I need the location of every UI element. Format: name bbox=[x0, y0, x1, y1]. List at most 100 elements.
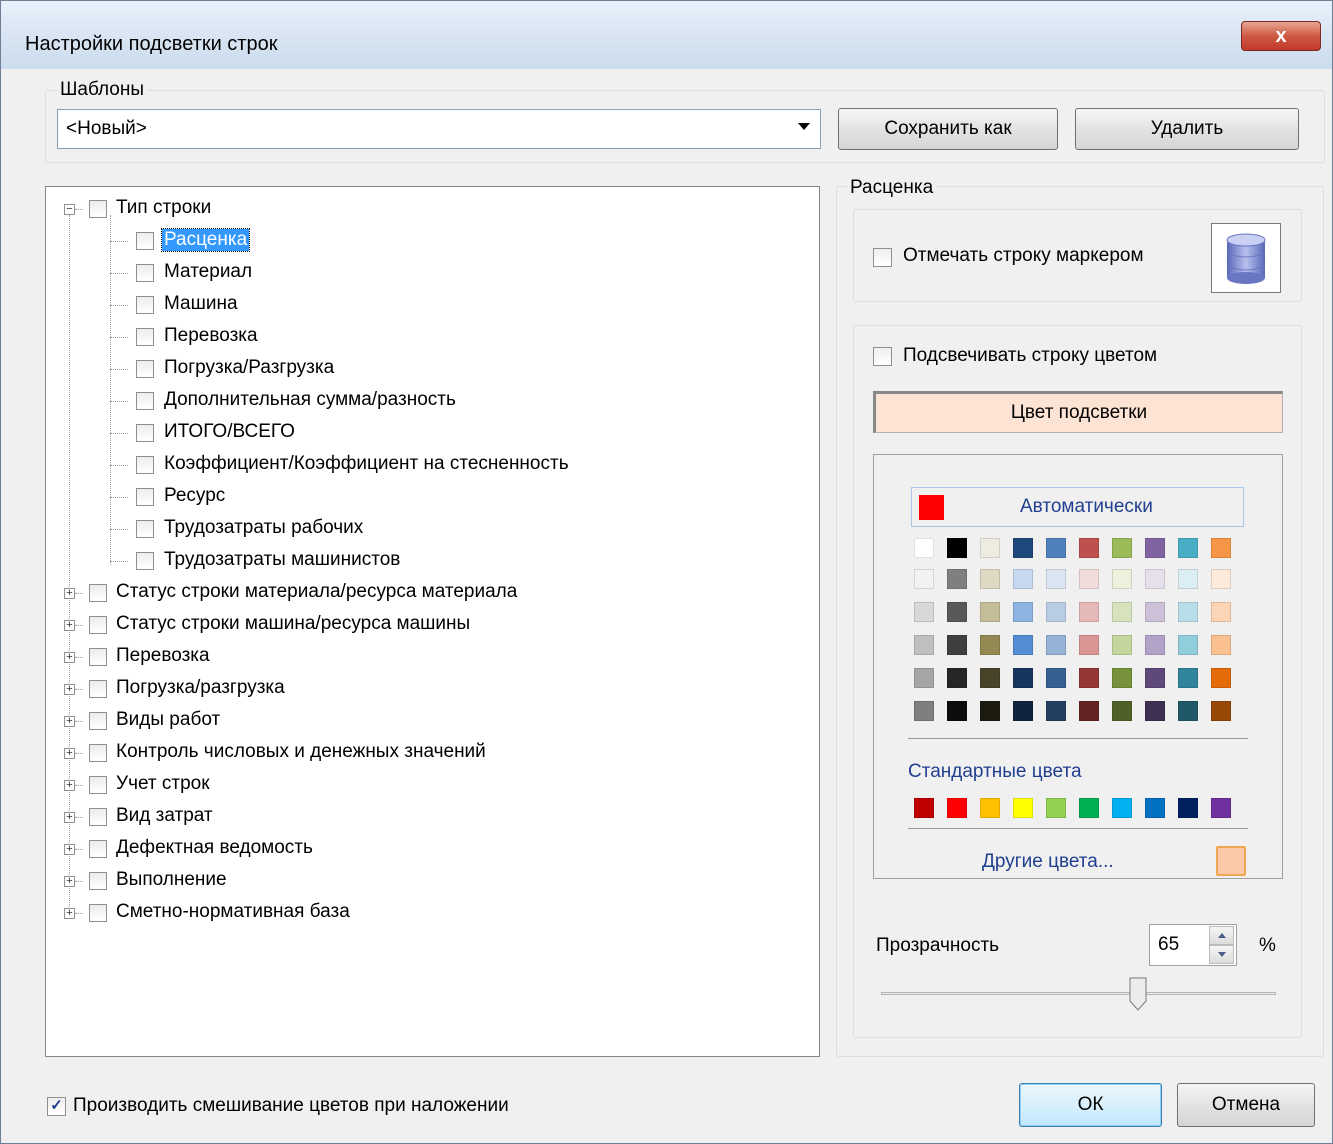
color-swatch[interactable] bbox=[1046, 569, 1066, 589]
color-swatch[interactable] bbox=[1079, 569, 1099, 589]
delete-button[interactable]: Удалить bbox=[1075, 108, 1299, 150]
color-swatch[interactable] bbox=[1013, 635, 1033, 655]
close-button[interactable]: x bbox=[1241, 21, 1321, 51]
tree-row[interactable]: + Выполнение bbox=[46, 867, 816, 897]
color-swatch[interactable] bbox=[1178, 701, 1198, 721]
color-swatch[interactable] bbox=[1211, 602, 1231, 622]
tree-row[interactable]: Материал bbox=[46, 259, 816, 289]
tree-checkbox[interactable] bbox=[136, 424, 154, 442]
tree-row[interactable]: Расценка bbox=[46, 227, 816, 257]
color-swatch[interactable] bbox=[1046, 668, 1066, 688]
expand-icon[interactable]: + bbox=[64, 876, 75, 887]
tree-row[interactable]: Ресурс bbox=[46, 483, 816, 513]
color-swatch[interactable] bbox=[914, 668, 934, 688]
standard-color-swatch[interactable] bbox=[1178, 798, 1198, 818]
color-swatch[interactable] bbox=[914, 635, 934, 655]
color-swatch[interactable] bbox=[1079, 538, 1099, 558]
color-swatch[interactable] bbox=[947, 538, 967, 558]
color-swatch[interactable] bbox=[1079, 635, 1099, 655]
tree-row[interactable]: + Виды работ bbox=[46, 707, 816, 737]
tree-row[interactable]: + Перевозка bbox=[46, 643, 816, 673]
tree-row[interactable]: ИТОГО/ВСЕГО bbox=[46, 419, 816, 449]
standard-color-swatch[interactable] bbox=[914, 798, 934, 818]
tree-checkbox[interactable] bbox=[136, 296, 154, 314]
color-swatch[interactable] bbox=[1178, 668, 1198, 688]
more-colors-link[interactable]: Другие цвета... bbox=[982, 851, 1114, 873]
tree-row[interactable]: + Дефектная ведомость bbox=[46, 835, 816, 865]
color-swatch[interactable] bbox=[1013, 602, 1033, 622]
expand-icon[interactable]: + bbox=[64, 844, 75, 855]
expand-icon[interactable]: + bbox=[64, 684, 75, 695]
tree-row[interactable]: Трудозатраты рабочих bbox=[46, 515, 816, 545]
tree-checkbox[interactable] bbox=[89, 808, 107, 826]
color-swatch[interactable] bbox=[914, 701, 934, 721]
row-type-tree[interactable]: − Тип строки Расценка Материал Машина Перевоз… bbox=[45, 186, 820, 1057]
color-swatch[interactable] bbox=[914, 569, 934, 589]
database-icon[interactable] bbox=[1211, 223, 1281, 293]
color-swatch[interactable] bbox=[1178, 569, 1198, 589]
expand-icon[interactable]: + bbox=[64, 588, 75, 599]
color-swatch[interactable] bbox=[980, 701, 1000, 721]
tree-checkbox[interactable] bbox=[89, 680, 107, 698]
standard-color-swatch[interactable] bbox=[1145, 798, 1165, 818]
color-swatch[interactable] bbox=[1046, 602, 1066, 622]
tree-row[interactable]: + Сметно-нормативная база bbox=[46, 899, 816, 929]
slider-thumb[interactable] bbox=[1129, 977, 1147, 1011]
tree-row[interactable]: + Контроль числовых и денежных значений bbox=[46, 739, 816, 769]
color-swatch[interactable] bbox=[1112, 701, 1132, 721]
tree-checkbox[interactable] bbox=[136, 392, 154, 410]
color-swatch[interactable] bbox=[1145, 569, 1165, 589]
tree-row[interactable]: Дополнительная сумма/разность bbox=[46, 387, 816, 417]
highlight-color-button[interactable]: Цвет подсветки bbox=[873, 391, 1283, 433]
standard-color-swatch[interactable] bbox=[1046, 798, 1066, 818]
ok-button[interactable]: ОК bbox=[1019, 1083, 1162, 1127]
color-swatch[interactable] bbox=[1145, 635, 1165, 655]
tree-row[interactable]: Машина bbox=[46, 291, 816, 321]
color-swatch[interactable] bbox=[1145, 701, 1165, 721]
standard-color-swatch[interactable] bbox=[980, 798, 1000, 818]
color-swatch[interactable] bbox=[1046, 701, 1066, 721]
color-swatch[interactable] bbox=[1145, 668, 1165, 688]
color-swatch[interactable] bbox=[1112, 668, 1132, 688]
tree-checkbox[interactable] bbox=[89, 744, 107, 762]
standard-color-swatch[interactable] bbox=[1013, 798, 1033, 818]
color-swatch[interactable] bbox=[1178, 602, 1198, 622]
blend-colors-checkbox[interactable]: ✓ bbox=[47, 1097, 66, 1116]
color-swatch[interactable] bbox=[1211, 668, 1231, 688]
color-swatch[interactable] bbox=[1079, 701, 1099, 721]
transparency-slider[interactable] bbox=[881, 972, 1281, 1012]
tree-checkbox[interactable] bbox=[89, 904, 107, 922]
color-swatch[interactable] bbox=[980, 569, 1000, 589]
color-swatch[interactable] bbox=[1046, 635, 1066, 655]
tree-checkbox[interactable] bbox=[136, 360, 154, 378]
tree-checkbox[interactable] bbox=[136, 552, 154, 570]
spin-up-button[interactable] bbox=[1209, 926, 1234, 945]
standard-color-swatch[interactable] bbox=[1079, 798, 1099, 818]
tree-checkbox[interactable] bbox=[136, 488, 154, 506]
tree-checkbox[interactable] bbox=[89, 712, 107, 730]
tree-checkbox[interactable] bbox=[136, 328, 154, 346]
tree-row[interactable]: Трудозатраты машинистов bbox=[46, 547, 816, 577]
tree-checkbox[interactable] bbox=[136, 456, 154, 474]
tree-row[interactable]: − Тип строки bbox=[46, 195, 816, 225]
expand-icon[interactable]: + bbox=[64, 652, 75, 663]
expand-icon[interactable]: + bbox=[64, 620, 75, 631]
tree-row[interactable]: + Учет строк bbox=[46, 771, 816, 801]
tree-checkbox[interactable] bbox=[89, 776, 107, 794]
tree-checkbox[interactable] bbox=[89, 616, 107, 634]
color-swatch[interactable] bbox=[1145, 602, 1165, 622]
color-swatch[interactable] bbox=[980, 538, 1000, 558]
color-swatch[interactable] bbox=[947, 668, 967, 688]
save-as-button[interactable]: Сохранить как bbox=[838, 108, 1058, 150]
tree-checkbox[interactable] bbox=[89, 584, 107, 602]
tree-row[interactable]: + Статус строки машина/ресурса машины bbox=[46, 611, 816, 641]
color-swatch[interactable] bbox=[947, 635, 967, 655]
color-swatch[interactable] bbox=[1211, 701, 1231, 721]
tree-row[interactable]: + Вид затрат bbox=[46, 803, 816, 833]
template-select[interactable]: <Новый> bbox=[57, 109, 821, 149]
color-swatch[interactable] bbox=[1211, 569, 1231, 589]
tree-checkbox[interactable] bbox=[89, 872, 107, 890]
color-swatch[interactable] bbox=[947, 602, 967, 622]
spin-down-button[interactable] bbox=[1209, 945, 1234, 964]
tree-checkbox[interactable] bbox=[89, 840, 107, 858]
